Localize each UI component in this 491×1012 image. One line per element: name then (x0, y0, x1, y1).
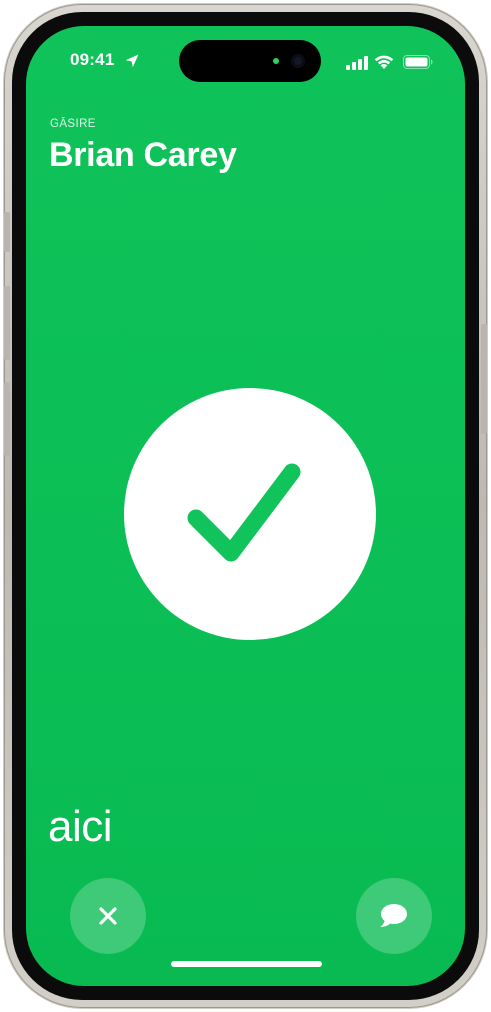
camera-icon (291, 54, 305, 68)
volume-up-button (4, 286, 10, 360)
side-button (481, 324, 487, 434)
found-indicator (124, 388, 376, 640)
contact-name: Brian Carey (49, 136, 237, 174)
close-button[interactable] (70, 878, 146, 954)
checkmark-icon (187, 463, 301, 562)
mode-caption: GĂSIRE (50, 118, 96, 130)
message-button[interactable] (356, 878, 432, 954)
action-button (4, 212, 10, 252)
close-icon (99, 907, 117, 925)
battery-icon (403, 55, 433, 69)
screen: 09:41 GĂSIRE Brian Carey aici (26, 26, 465, 986)
proximity-label: aici (48, 802, 113, 851)
dynamic-island (179, 40, 321, 82)
home-indicator[interactable] (171, 961, 322, 967)
location-arrow-icon (125, 54, 139, 68)
message-bubble-icon (380, 904, 407, 927)
volume-down-button (4, 382, 10, 456)
cellular-signal-icon (346, 56, 368, 70)
privacy-indicator-icon (273, 58, 279, 64)
status-time: 09:41 (70, 50, 115, 69)
wifi-icon (374, 55, 394, 69)
